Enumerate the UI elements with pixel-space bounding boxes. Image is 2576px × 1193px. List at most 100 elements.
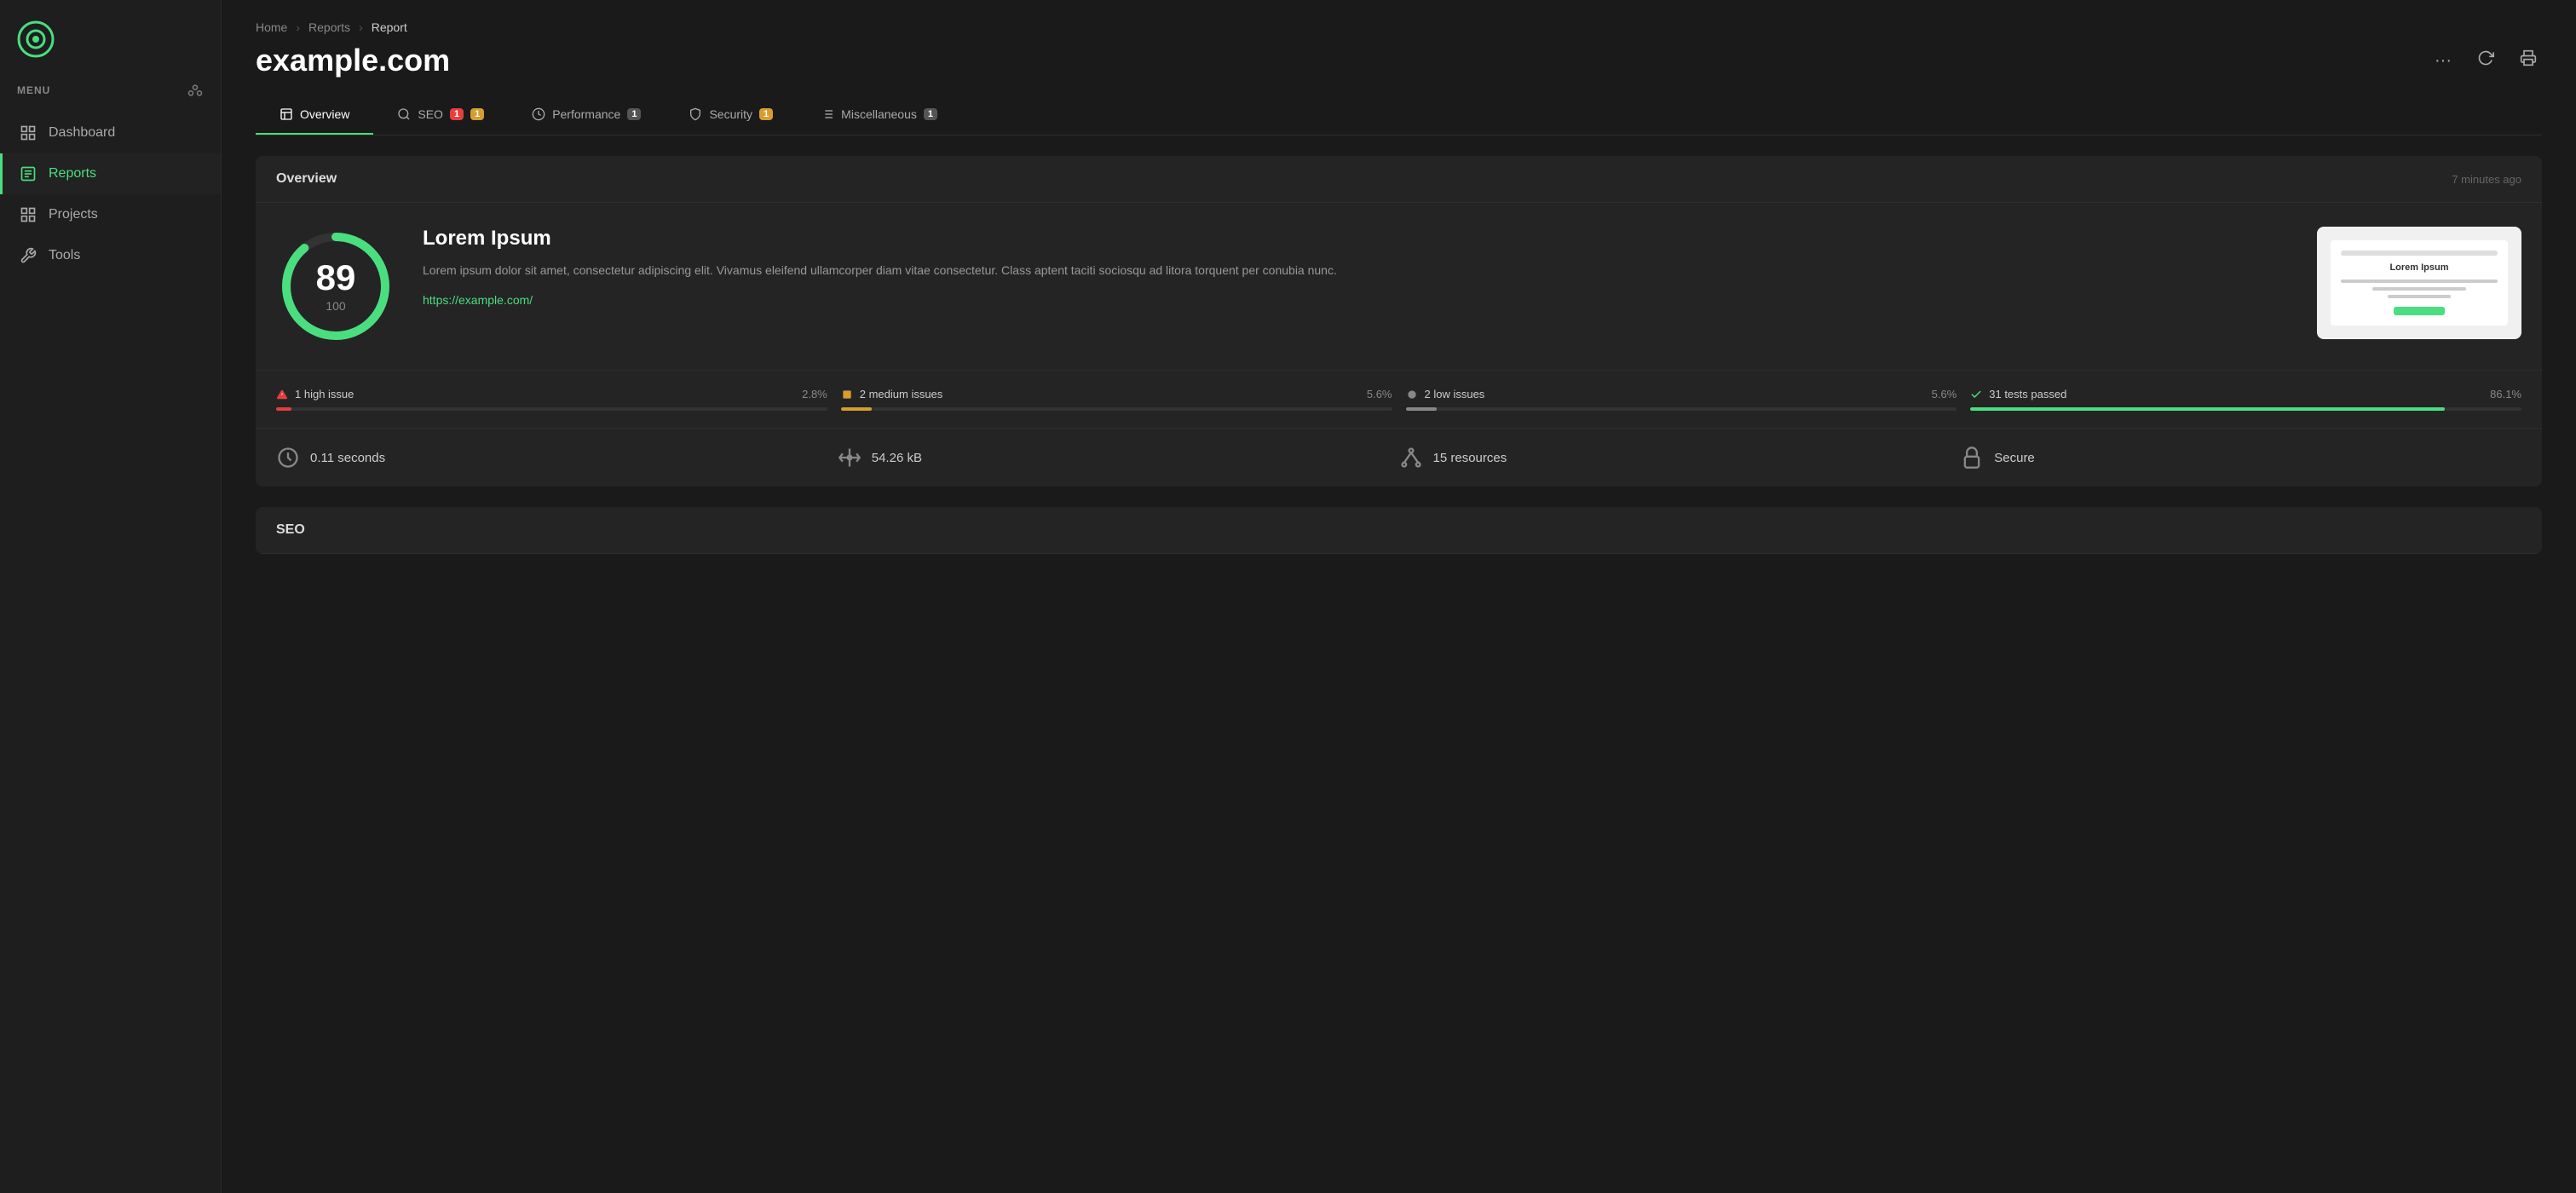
preview-button	[2394, 307, 2445, 315]
tools-icon	[20, 247, 37, 264]
content-area: Overview 7 minutes ago 89 100	[222, 135, 2576, 588]
issue-high-pct: 2.8%	[802, 388, 827, 401]
misc-badge-1: 1	[924, 108, 937, 120]
preview-browser-bar	[2341, 251, 2498, 256]
tab-seo-label: SEO	[418, 107, 443, 121]
sidebar-item-dashboard[interactable]: Dashboard	[0, 112, 221, 153]
issue-high: 1 high issue 2.8%	[276, 388, 827, 411]
stats-row: 0.11 seconds 54.26 kB	[256, 429, 2542, 487]
preview-inner: Lorem Ipsum	[2331, 240, 2508, 326]
seo-section: SEO	[256, 507, 2542, 554]
stat-time: 0.11 seconds	[276, 446, 838, 470]
issue-low-bar	[1406, 407, 1957, 411]
issue-high-bar-fill	[276, 407, 291, 411]
page-title: example.com	[256, 43, 450, 78]
check-icon	[1970, 389, 1982, 401]
sidebar: MENU Dashboard Reports Projects	[0, 0, 222, 1193]
more-options-button[interactable]: ···	[2429, 46, 2457, 76]
sidebar-item-projects[interactable]: Projects	[0, 194, 221, 235]
stat-secure-value: Secure	[1994, 451, 2035, 465]
preview-title: Lorem Ipsum	[2341, 262, 2498, 273]
reports-icon	[20, 165, 37, 182]
refresh-icon	[2477, 49, 2494, 66]
issue-high-label: 1 high issue	[295, 388, 354, 401]
seo-icon	[397, 107, 411, 121]
overview-description: Lorem ipsum dolor sit amet, consectetur …	[423, 261, 2290, 281]
settings-icon[interactable]	[187, 82, 204, 99]
issue-medium-bar	[841, 407, 1392, 411]
main-content: Home › Reports › Report example.com ···	[222, 0, 2576, 1193]
tab-overview-label: Overview	[300, 107, 349, 121]
issue-low-bar-fill	[1406, 407, 1437, 411]
overview-card: 89 100 Lorem Ipsum Lorem ipsum dolor sit…	[256, 203, 2542, 371]
sidebar-projects-label: Projects	[49, 207, 98, 222]
tab-overview[interactable]: Overview	[256, 95, 373, 135]
score-number: 89	[316, 260, 356, 296]
site-name: Lorem Ipsum	[423, 227, 2290, 251]
issue-passed-bar	[1970, 407, 2521, 411]
issue-passed-label: 31 tests passed	[1989, 388, 2066, 401]
sidebar-dashboard-label: Dashboard	[49, 125, 115, 141]
breadcrumb-report: Report	[372, 20, 407, 34]
stat-size: 54.26 kB	[838, 446, 1399, 470]
breadcrumb-home[interactable]: Home	[256, 20, 287, 34]
overview-section-header: Overview 7 minutes ago	[256, 156, 2542, 203]
sidebar-item-reports[interactable]: Reports	[0, 153, 221, 194]
site-preview: Lorem Ipsum	[2317, 227, 2521, 339]
tab-misc-label: Miscellaneous	[841, 107, 917, 121]
tab-miscellaneous[interactable]: Miscellaneous 1	[797, 95, 961, 135]
issue-passed: 31 tests passed 86.1%	[1970, 388, 2521, 411]
menu-label-text: MENU	[17, 84, 50, 96]
stat-time-value: 0.11 seconds	[310, 451, 385, 465]
clock-icon	[276, 446, 300, 470]
issue-low-label: 2 low issues	[1425, 388, 1485, 401]
lock-icon	[1960, 446, 1984, 470]
issue-medium: 2 medium issues 5.6%	[841, 388, 1392, 411]
stat-secure: Secure	[1960, 446, 2521, 470]
score-total: 100	[316, 299, 356, 313]
overview-url[interactable]: https://example.com/	[423, 293, 533, 307]
sidebar-nav: Dashboard Reports Projects Tools	[0, 112, 221, 276]
logo	[0, 0, 221, 75]
issue-passed-pct: 86.1%	[2490, 388, 2521, 401]
tab-performance-label: Performance	[552, 107, 620, 121]
performance-badge-1: 1	[627, 108, 641, 120]
score-text: 89 100	[316, 260, 356, 313]
issue-passed-bar-fill	[1970, 407, 2445, 411]
tab-security-label: Security	[709, 107, 752, 121]
score-circle: 89 100	[276, 227, 395, 346]
page-title-row: example.com ···	[256, 43, 2542, 78]
low-icon	[1406, 389, 1418, 401]
sidebar-item-tools[interactable]: Tools	[0, 235, 221, 276]
print-icon	[2520, 49, 2537, 66]
issue-medium-label: 2 medium issues	[860, 388, 943, 401]
issue-low: 2 low issues 5.6%	[1406, 388, 1957, 411]
sidebar-reports-label: Reports	[49, 166, 96, 182]
warning-icon	[276, 389, 288, 401]
tab-performance[interactable]: Performance 1	[508, 95, 665, 135]
refresh-button[interactable]	[2472, 44, 2499, 77]
overview-icon	[279, 107, 293, 121]
sidebar-menu-label: MENU	[0, 75, 221, 112]
overview-info: Lorem Ipsum Lorem ipsum dolor sit amet, …	[423, 227, 2290, 308]
preview-line-2	[2372, 287, 2466, 291]
tab-security[interactable]: Security 1	[665, 95, 797, 135]
breadcrumb-sep-2: ›	[359, 20, 363, 34]
overview-time-ago: 7 minutes ago	[2452, 173, 2521, 186]
projects-icon	[20, 206, 37, 223]
issue-medium-bar-fill	[841, 407, 872, 411]
breadcrumb-reports[interactable]: Reports	[308, 20, 350, 34]
scale-icon	[838, 446, 862, 470]
print-button[interactable]	[2515, 44, 2542, 77]
seo-badge-2: 1	[470, 108, 484, 120]
stat-resources: 15 resources	[1399, 446, 1961, 470]
issue-high-bar	[276, 407, 827, 411]
seo-badge-1: 1	[450, 108, 464, 120]
overview-section-title: Overview	[276, 171, 337, 187]
stat-resources-value: 15 resources	[1433, 451, 1507, 465]
tab-seo[interactable]: SEO 1 1	[373, 95, 508, 135]
issue-medium-pct: 5.6%	[1367, 388, 1392, 401]
network-icon	[1399, 446, 1423, 470]
tabs: Overview SEO 1 1 Performance 1	[256, 95, 2542, 135]
page-header: Home › Reports › Report example.com ···	[222, 0, 2576, 135]
